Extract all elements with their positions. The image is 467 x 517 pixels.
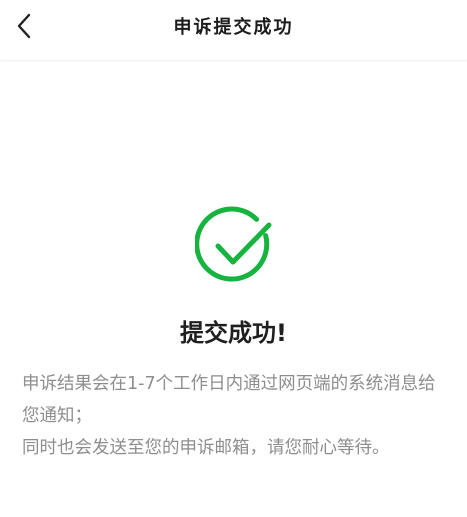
nav-bar: 申诉提交成功 xyxy=(0,0,467,61)
result-description: 申诉结果会在1-7个工作日内通过网页端的系统消息给您通知； 同时也会发送至您的申… xyxy=(22,368,452,464)
success-heading: 提交成功! xyxy=(180,319,287,347)
page-title: 申诉提交成功 xyxy=(173,17,294,38)
check-circle-icon xyxy=(194,206,277,288)
description-line: 同时也会发送至您的申诉邮箱，请您耐心等待。 xyxy=(22,438,390,458)
description-line: 申诉结果会在1-7个工作日内通过网页端的系统消息给您通知； xyxy=(22,374,436,426)
